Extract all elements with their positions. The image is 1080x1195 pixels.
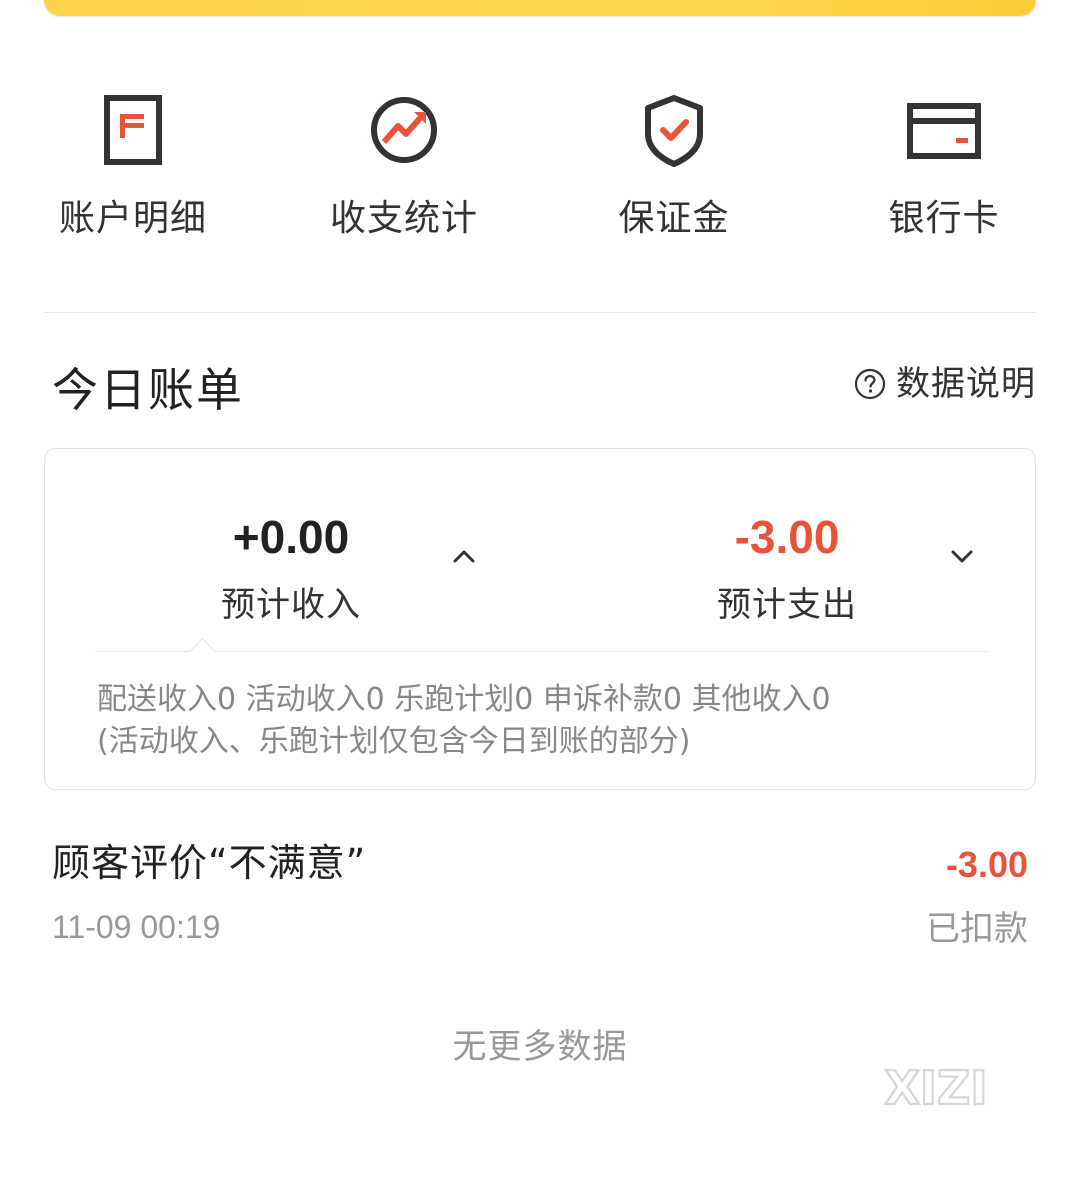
record-time: 11-09 00:19 <box>52 909 221 945</box>
nav-label-stats: 收支统计 <box>329 198 478 239</box>
nav-deposit[interactable]: 保证金 <box>559 60 789 260</box>
account-detail-icon <box>93 90 173 170</box>
nav-label-bank-card: 银行卡 <box>888 198 1000 239</box>
list-item[interactable]: 顾客评价“不满意” 11-09 00:19 -3.00 已扣款 <box>52 836 1028 956</box>
income-summary[interactable]: +0.00 预计收入 <box>91 501 491 651</box>
record-title: 顾客评价“不满意” <box>52 841 367 885</box>
section-divider <box>44 312 1036 313</box>
expense-label: 预计支出 <box>717 585 857 625</box>
nav-label-deposit: 保证金 <box>618 198 730 239</box>
chevron-up-icon[interactable] <box>449 541 479 571</box>
nav-bank-card[interactable]: 银行卡 <box>829 60 1059 260</box>
stats-trend-icon <box>364 90 444 170</box>
nav-account-detail[interactable]: 账户明细 <box>18 60 248 260</box>
record-status: 已扣款 <box>926 909 1028 949</box>
quick-nav: 账户明细 收支统计 保证金 银行卡 <box>0 60 1080 260</box>
data-explanation-label: 数据说明 <box>896 364 1036 404</box>
data-explanation-link[interactable]: 数据说明 <box>854 362 1036 406</box>
expense-amount: -3.00 <box>734 511 840 563</box>
chevron-down-icon[interactable] <box>947 541 977 571</box>
top-banner[interactable] <box>44 0 1036 16</box>
watermark-logo: XIZI <box>870 1060 1002 1114</box>
page-title: 今日账单 <box>52 363 244 417</box>
income-label: 预计收入 <box>221 585 361 625</box>
watermark-text: XIZI <box>884 1061 987 1114</box>
summary-divider <box>95 651 987 652</box>
record-amount: -3.00 <box>945 844 1028 885</box>
nav-label-account-detail: 账户明细 <box>58 198 207 239</box>
breakdown-line: 配送收入0 活动收入0 乐跑计划0 申诉补款0 其他收入0 <box>97 682 831 717</box>
expense-summary[interactable]: -3.00 预计支出 <box>587 501 987 651</box>
income-breakdown: 配送收入0 活动收入0 乐跑计划0 申诉补款0 其他收入0 (活动收入、乐跑计划… <box>97 679 997 763</box>
summary-card: +0.00 预计收入 -3.00 预计支出 配送收入0 活动收入0 乐跑计划0 … <box>44 448 1036 790</box>
question-circle-icon <box>854 368 886 400</box>
nav-stats[interactable]: 收支统计 <box>289 60 519 260</box>
income-amount: +0.00 <box>232 511 350 563</box>
shield-check-icon <box>634 90 714 170</box>
bank-card-icon <box>904 90 984 170</box>
breakdown-note: (活动收入、乐跑计划仅包含今日到账的部分) <box>97 724 691 759</box>
